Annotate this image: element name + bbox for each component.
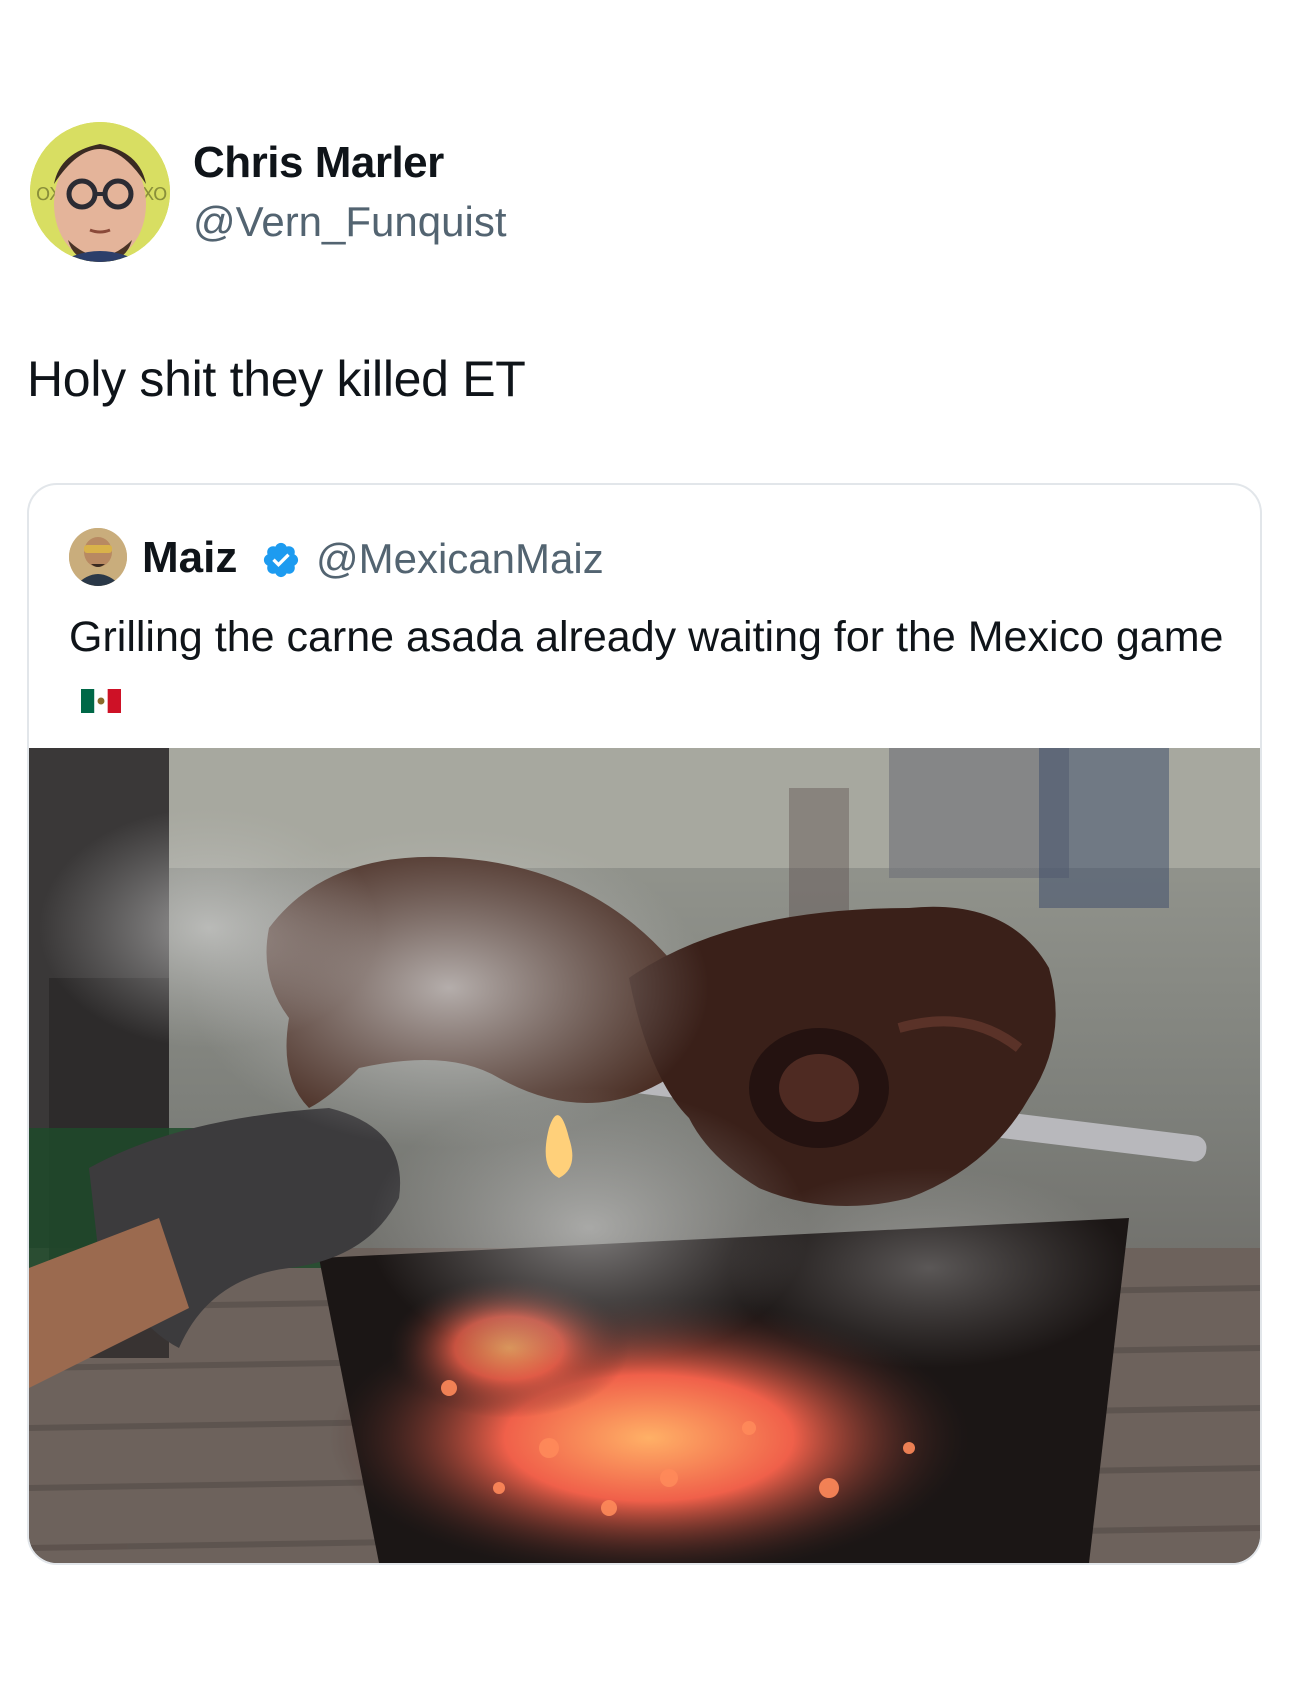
- quoted-tweet-text-container: Grilling the carne asada already waiting…: [69, 605, 1229, 733]
- author-name[interactable]: Chris Marler: [193, 138, 444, 188]
- mexico-flag-icon: [81, 688, 121, 713]
- tweet-photo[interactable]: [29, 748, 1260, 1563]
- quoted-tweet-text: Grilling the carne asada already waiting…: [69, 613, 1224, 661]
- verified-badge-icon: [263, 542, 299, 578]
- quoted-author-handle[interactable]: @MexicanMaiz: [316, 535, 604, 583]
- quoted-author-avatar[interactable]: [69, 528, 127, 586]
- user-avatar-icon: [69, 528, 127, 586]
- author-avatar[interactable]: OX XO: [30, 122, 170, 262]
- quoted-tweet-card[interactable]: Maiz @MexicanMaiz Grilling the carne asa…: [27, 483, 1262, 1565]
- quoted-author-name[interactable]: Maiz: [142, 533, 237, 583]
- author-handle[interactable]: @Vern_Funquist: [193, 198, 506, 246]
- user-avatar-icon: OX XO: [30, 122, 170, 262]
- tweet-text: Holy shit they killed ET: [27, 351, 526, 407]
